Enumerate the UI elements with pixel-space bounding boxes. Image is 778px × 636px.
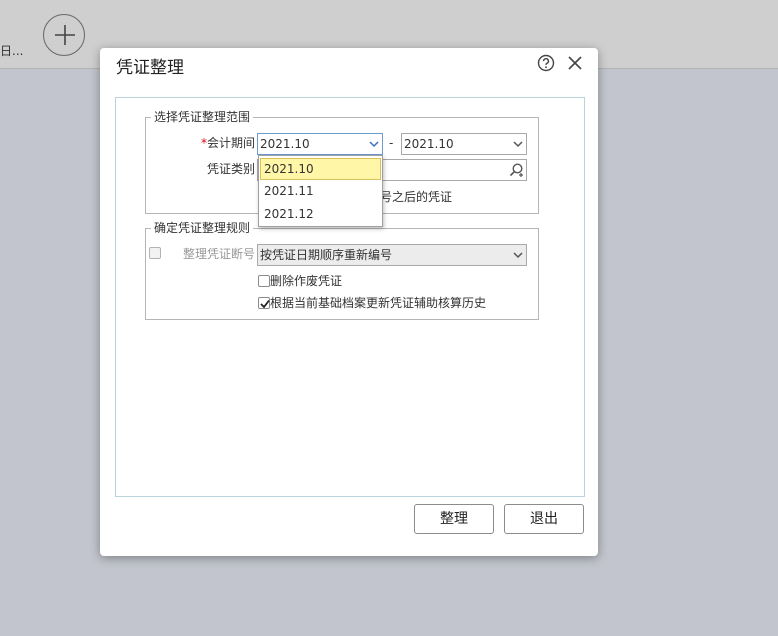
- update-history-checkbox[interactable]: [258, 297, 270, 309]
- plus-icon: [55, 25, 75, 45]
- period-separator: -: [389, 136, 394, 150]
- period-start-select[interactable]: 2021.10: [257, 133, 383, 155]
- rule-group-legend: 确定凭证整理规则: [154, 221, 251, 235]
- period-start-value: 2021.10: [260, 137, 310, 151]
- dialog-title: 凭证整理: [116, 58, 184, 78]
- update-history-label: 根据当前基础档案更新凭证辅助核算历史: [270, 296, 487, 310]
- truncated-tab-label[interactable]: 日...: [0, 42, 23, 59]
- renumber-method-select[interactable]: 按凭证日期顺序重新编号: [257, 244, 527, 266]
- question-circle-icon[interactable]: [537, 54, 555, 72]
- close-icon[interactable]: [566, 54, 584, 72]
- search-icon[interactable]: [508, 162, 524, 178]
- dropdown-option[interactable]: 2021.10: [260, 158, 381, 180]
- add-button[interactable]: [43, 14, 85, 56]
- period-end-value: 2021.10: [404, 137, 454, 151]
- exit-button[interactable]: 退出: [504, 504, 584, 534]
- renumber-checkbox[interactable]: [149, 247, 161, 259]
- range-group-legend: 选择凭证整理范围: [154, 110, 251, 124]
- period-label-text: 会计期间: [206, 136, 255, 150]
- delete-void-label: 删除作废凭证: [270, 274, 343, 288]
- chevron-down-icon: [369, 141, 379, 148]
- dropdown-option[interactable]: 2021.11: [260, 180, 381, 202]
- period-label: *会计期间: [180, 133, 255, 153]
- voucher-type-label: 凭证类别: [206, 162, 255, 176]
- partial-voucher-text: 号之后的凭证: [380, 190, 453, 204]
- chevron-down-icon: [513, 252, 523, 259]
- period-end-select[interactable]: 2021.10: [401, 133, 527, 155]
- organize-button[interactable]: 整理: [414, 504, 494, 534]
- dropdown-option[interactable]: 2021.12: [260, 203, 381, 225]
- renumber-method-value: 按凭证日期顺序重新编号: [260, 248, 393, 262]
- period-dropdown-list: 2021.10 2021.11 2021.12: [258, 155, 383, 227]
- delete-void-checkbox[interactable]: [258, 275, 270, 287]
- chevron-down-icon: [513, 141, 523, 148]
- renumber-label: 整理凭证断号: [182, 247, 255, 261]
